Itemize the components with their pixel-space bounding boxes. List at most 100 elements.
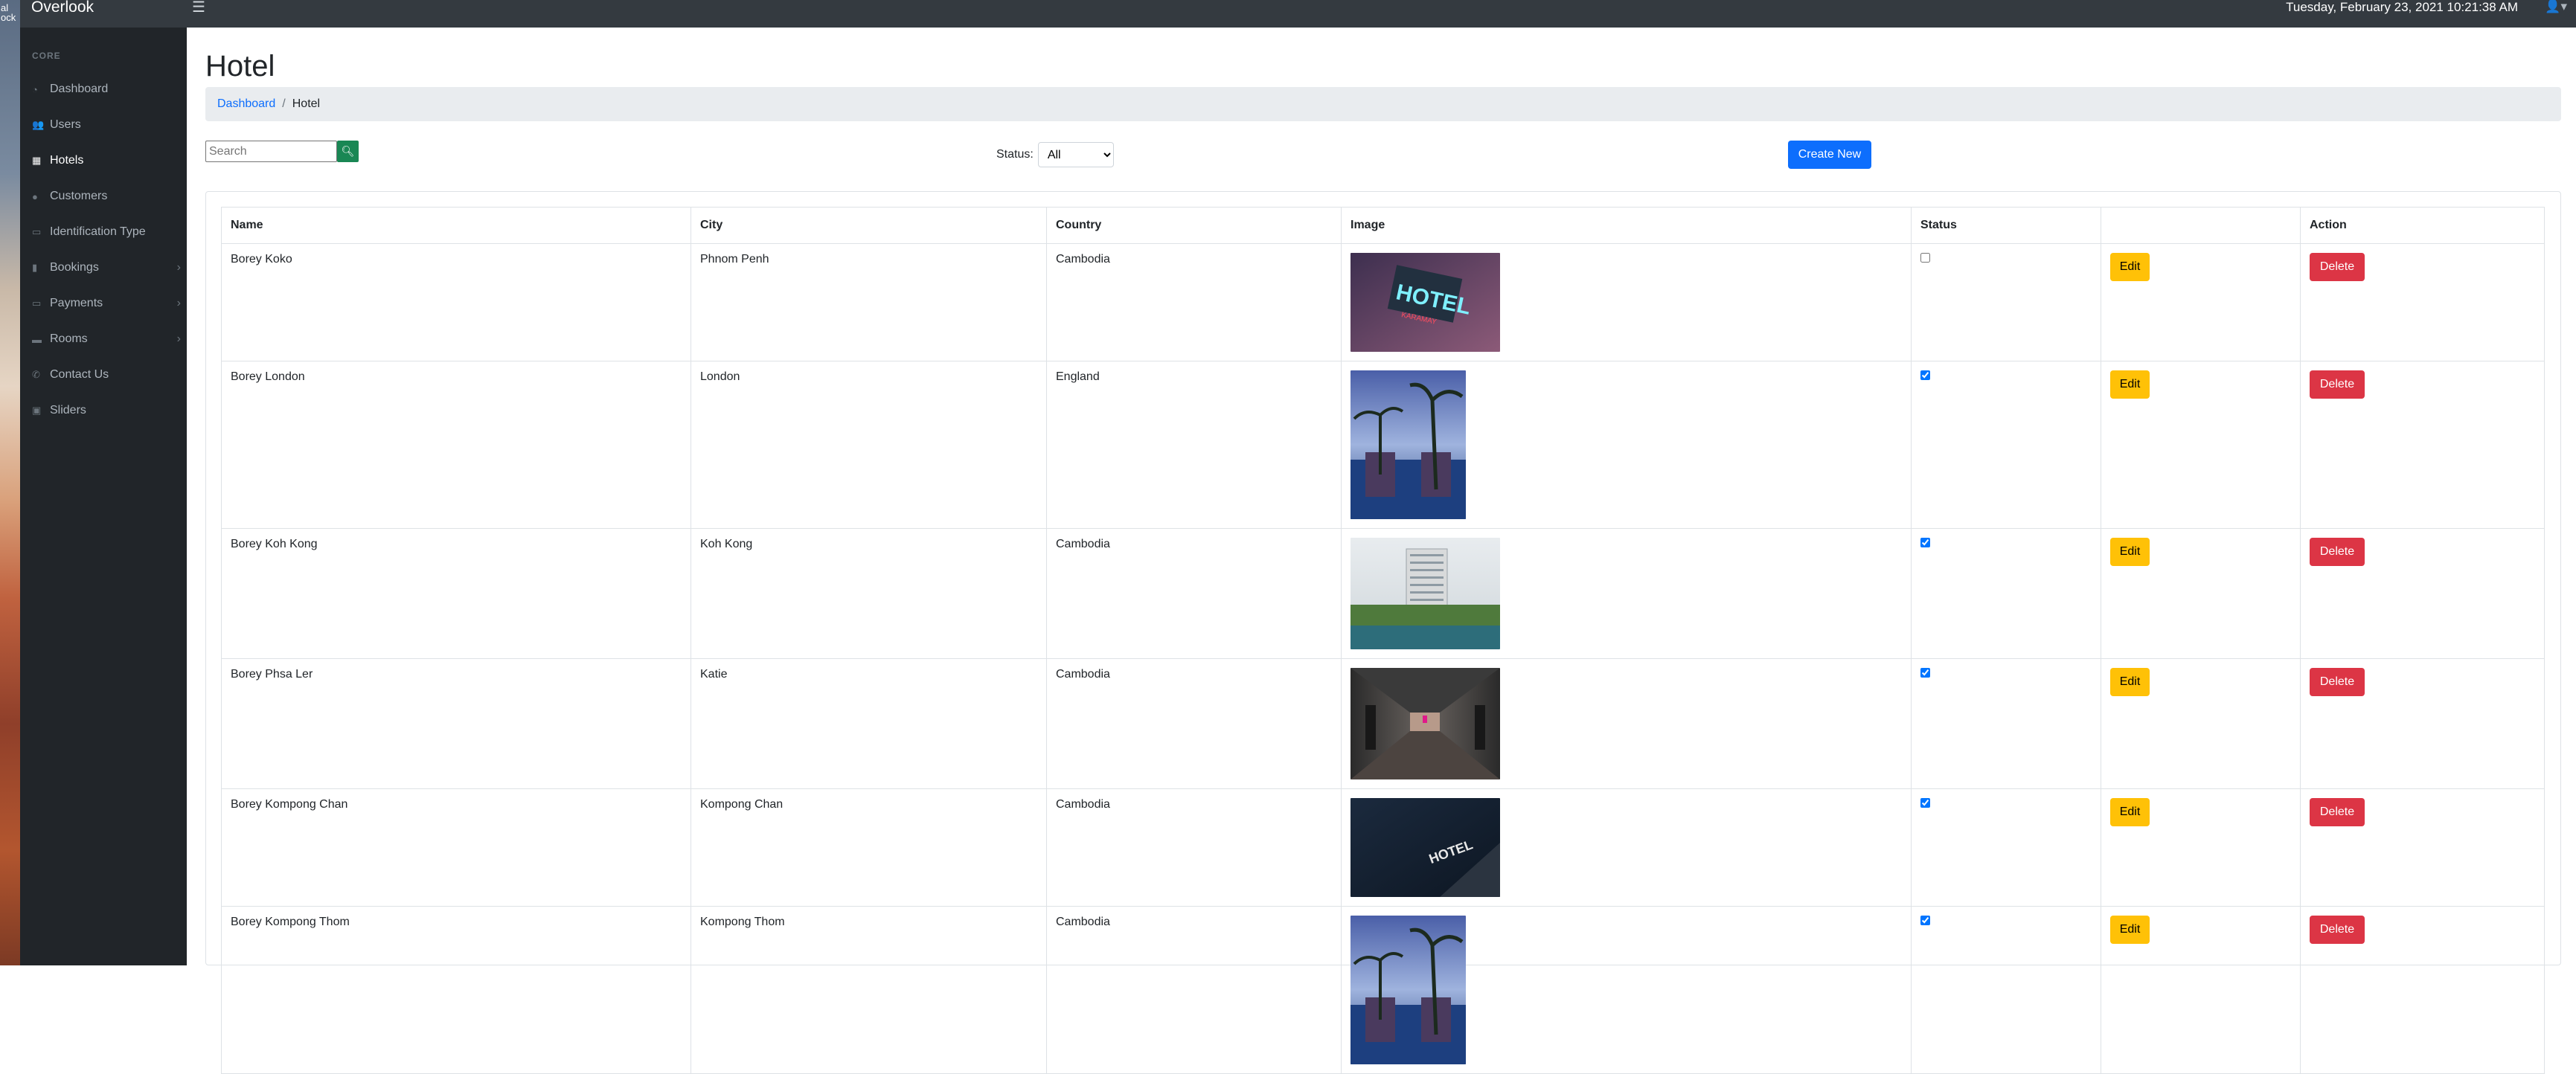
chevron-right-icon: › [176, 261, 181, 274]
cell-name: Borey Koh Kong [221, 528, 691, 659]
delete-button[interactable]: Delete [2310, 538, 2365, 566]
column-header-name: Name [221, 207, 691, 244]
table-row: Borey London London England Edit Delete [221, 361, 2545, 529]
users-icon: 👥 [32, 119, 45, 130]
cell-edit: Edit [2101, 243, 2301, 361]
delete-button[interactable]: Delete [2310, 253, 2365, 281]
cell-city: London [691, 361, 1047, 529]
cell-status [1911, 528, 2101, 659]
sidebar-item-identification-type[interactable]: ▭ Identification Type [32, 221, 181, 243]
edit-button[interactable]: Edit [2110, 370, 2150, 399]
cell-edit: Edit [2101, 906, 2301, 1074]
sidebar-item-label: Dashboard [50, 83, 109, 95]
search-input[interactable] [205, 141, 337, 162]
table-row: Borey Phsa Ler Katie Cambodia Edit Delete [221, 658, 2545, 789]
cell-name: Borey Phsa Ler [221, 658, 691, 789]
sidebar-item-rooms[interactable]: ▬ Rooms › [32, 328, 181, 350]
column-header-edit [2101, 207, 2301, 244]
cell-edit: Edit [2101, 788, 2301, 907]
table-header-row: Name City Country Image Status Action [221, 207, 2545, 244]
cell-image [1341, 528, 1912, 659]
sidebar-item-label: Customers [50, 190, 108, 202]
hotel-thumbnail [1351, 916, 1466, 1064]
table-row: Borey Kompong Chan Kompong Chan Cambodia HO… [221, 788, 2545, 907]
sidebar-item-customers[interactable]: ● Customers [32, 185, 181, 208]
search-button[interactable]: 🔍︎ [337, 141, 359, 162]
delete-button[interactable]: Delete [2310, 370, 2365, 399]
cell-edit: Edit [2101, 658, 2301, 789]
cell-status [1911, 243, 2101, 361]
breadcrumb: Dashboard / Hotel [205, 87, 2561, 121]
sidebar-item-sliders[interactable]: ▣ Sliders [32, 399, 181, 422]
delete-button[interactable]: Delete [2310, 798, 2365, 826]
tachometer-icon: ◔ [32, 83, 38, 95]
sidebar: CORE ◔ Dashboard 👥 Users ▦ Hotels ● Customers ▭ I… [20, 28, 187, 965]
main-content: Hotel Dashboard / Hotel 🔍︎ Status: All C… [187, 28, 2576, 1074]
cell-image [1341, 361, 1912, 529]
edit-button[interactable]: Edit [2110, 668, 2150, 696]
chevron-right-icon: › [176, 297, 181, 309]
edit-button[interactable]: Edit [2110, 798, 2150, 826]
delete-button[interactable]: Delete [2310, 916, 2365, 944]
create-new-button[interactable]: Create New [1788, 141, 1871, 169]
cell-city: Kompong Chan [691, 788, 1047, 907]
search-form: 🔍︎ [205, 141, 359, 162]
sidebar-item-bookings[interactable]: ▮ Bookings › [32, 257, 181, 279]
money-icon: ▭ [32, 298, 42, 309]
status-checkbox[interactable] [1920, 798, 1930, 808]
sidebar-item-label: Payments [50, 297, 103, 309]
table-row: Borey Koh Kong Koh Kong Cambodia Edit Delete [221, 528, 2545, 659]
status-checkbox[interactable] [1920, 668, 1930, 678]
cell-country: Cambodia [1046, 788, 1342, 907]
cell-edit: Edit [2101, 528, 2301, 659]
status-checkbox[interactable] [1920, 538, 1930, 547]
cell-country: England [1046, 361, 1342, 529]
sidebar-item-dashboard[interactable]: ◔ Dashboard [32, 78, 181, 100]
cell-country: Cambodia [1046, 906, 1342, 1074]
column-header-status: Status [1911, 207, 2101, 244]
desktop-background-strip: al ock [0, 0, 20, 965]
table-row: Borey Kompong Thom Kompong Thom Cambodia Ed… [221, 906, 2545, 1074]
sidebar-item-label: Contact Us [50, 368, 109, 381]
brand-logo[interactable]: Overlook [31, 0, 94, 15]
hotel-thumbnail: HOTEL [1351, 798, 1500, 897]
hotels-table: Name City Country Image Status Action Bo… [221, 207, 2545, 1074]
cell-city: Kompong Thom [691, 906, 1047, 1074]
status-filter: Status: All [996, 142, 1114, 167]
edit-button[interactable]: Edit [2110, 253, 2150, 281]
hotel-thumbnail [1351, 668, 1500, 779]
sidebar-item-label: Identification Type [50, 225, 146, 238]
breadcrumb-dashboard-link[interactable]: Dashboard [217, 97, 275, 111]
status-checkbox[interactable] [1920, 916, 1930, 925]
status-checkbox[interactable] [1920, 370, 1930, 380]
sidebar-item-contact-us[interactable]: ✆ Contact Us [32, 364, 181, 386]
cell-name: Borey Koko [221, 243, 691, 361]
cell-status [1911, 788, 2101, 907]
edit-button[interactable]: Edit [2110, 538, 2150, 566]
sidebar-item-users[interactable]: 👥 Users [32, 114, 181, 136]
column-header-country: Country [1046, 207, 1342, 244]
column-header-image: Image [1341, 207, 1912, 244]
status-checkbox[interactable] [1920, 253, 1930, 263]
id-card-icon: ▭ [32, 226, 42, 237]
cell-image [1341, 906, 1912, 1074]
breadcrumb-separator: / [282, 97, 286, 110]
hotel-thumbnail: HOTELKARAMAY [1351, 253, 1500, 352]
search-icon: 🔍︎ [341, 145, 355, 157]
edit-button[interactable]: Edit [2110, 916, 2150, 944]
column-header-action: Action [2300, 207, 2545, 244]
sidebar-item-hotels[interactable]: ▦ Hotels [32, 149, 181, 172]
cell-action: Delete [2300, 906, 2545, 1074]
cell-status [1911, 658, 2101, 789]
status-filter-label: Status: [996, 148, 1034, 161]
sidebar-heading: CORE [32, 51, 61, 61]
sidebar-item-payments[interactable]: ▭ Payments › [32, 292, 181, 315]
sidebar-item-label: Bookings [50, 261, 99, 274]
cell-country: Cambodia [1046, 658, 1342, 789]
status-select[interactable]: All [1037, 142, 1114, 167]
cell-city: Koh Kong [691, 528, 1047, 659]
hotel-icon: ▦ [32, 155, 42, 166]
user-icon[interactable]: 👤▾ [2545, 0, 2567, 13]
hamburger-icon[interactable]: ☰ [192, 0, 205, 15]
delete-button[interactable]: Delete [2310, 668, 2365, 696]
